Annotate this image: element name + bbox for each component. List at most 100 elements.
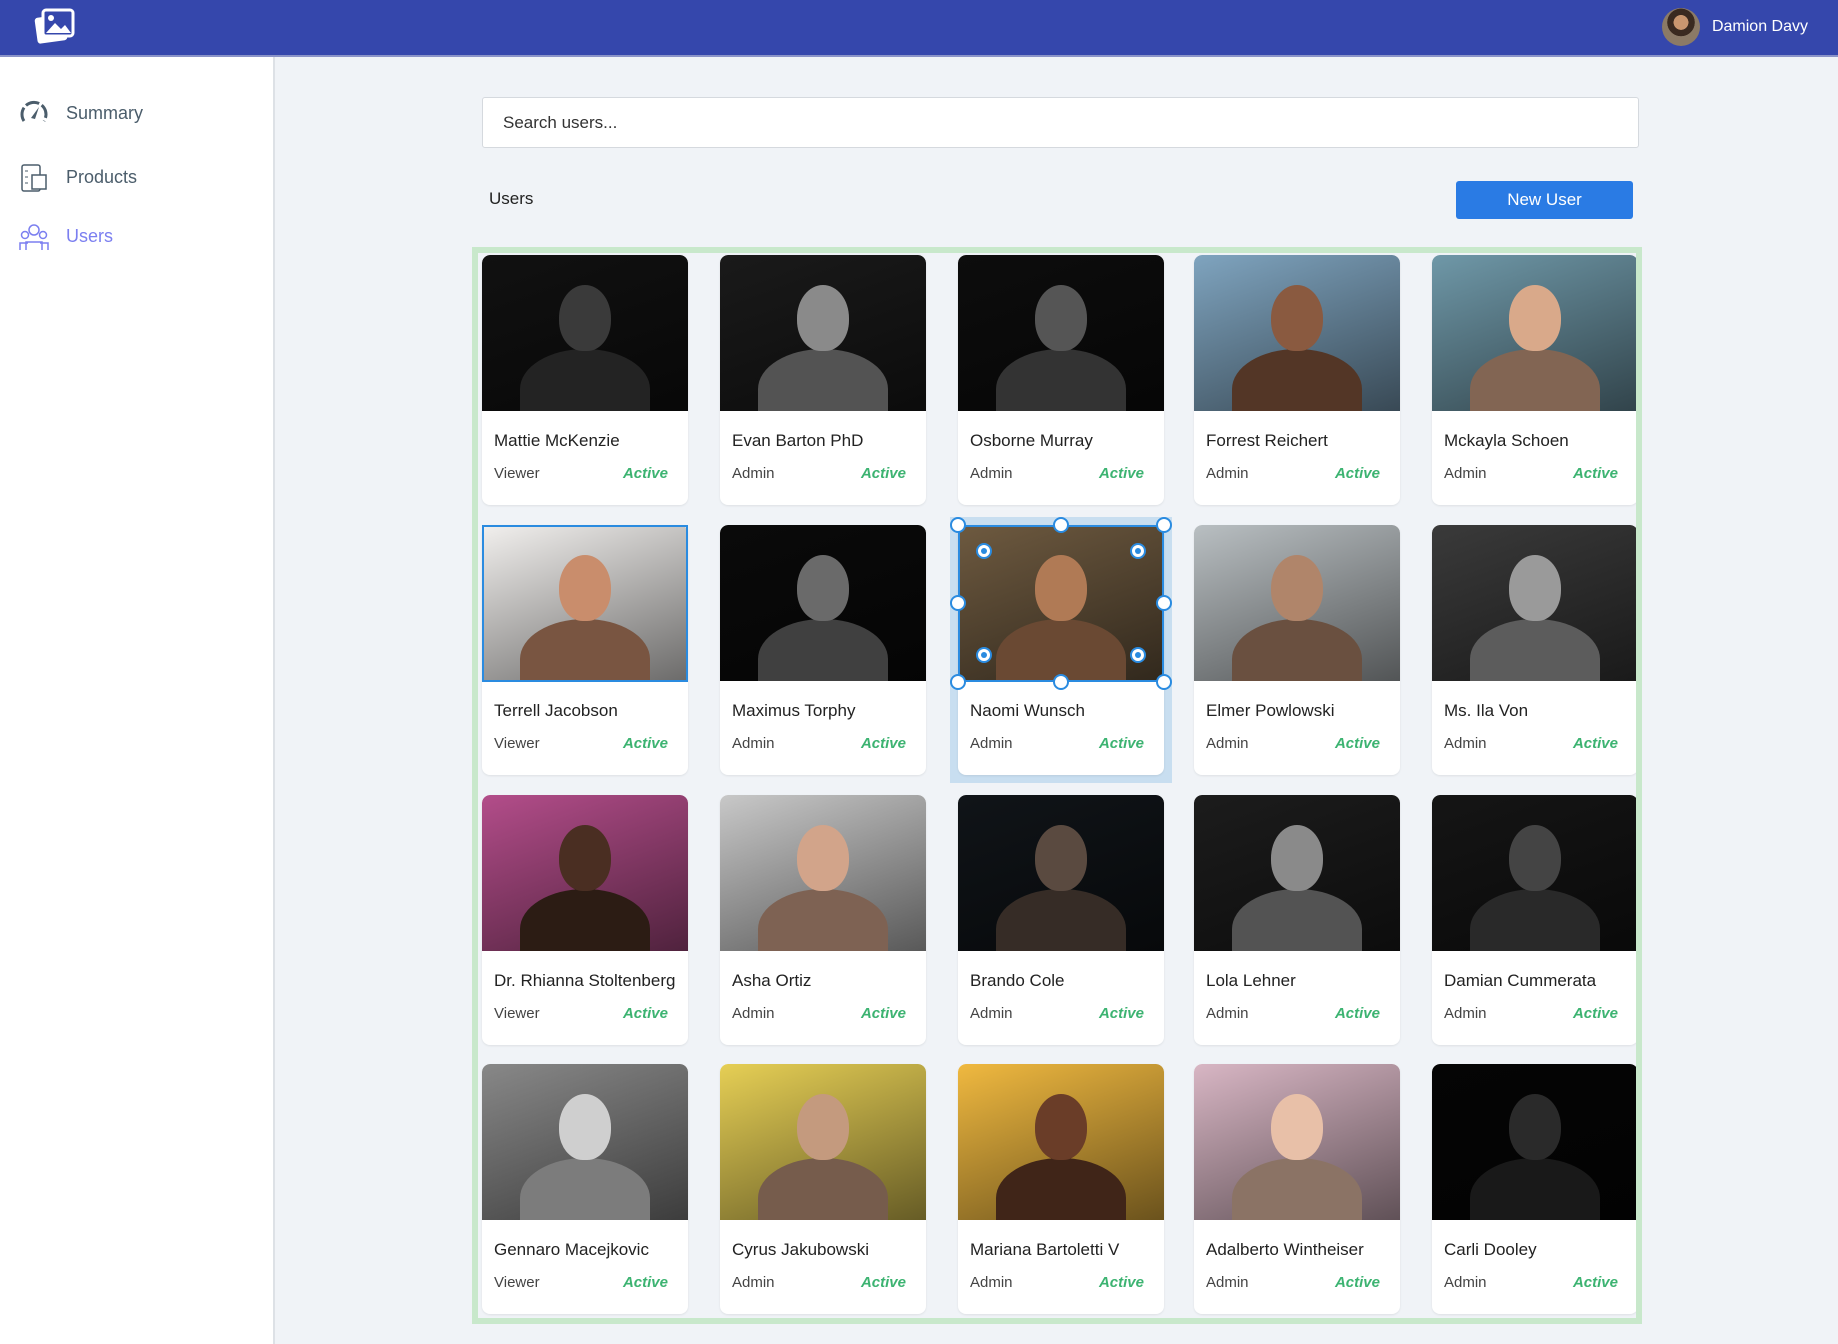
user-role: Viewer [494,1274,540,1291]
user-role: Viewer [494,1005,540,1022]
user-role: Admin [1444,1005,1487,1022]
user-card[interactable]: Evan Barton PhD Admin Active [720,255,926,505]
user-name: Naomi Wunsch [970,701,1085,720]
status-badge: Active [1572,1005,1618,1022]
resize-handle[interactable] [1156,674,1172,690]
status-badge: Active [1572,735,1618,752]
user-role: Admin [970,1005,1013,1022]
user-card[interactable]: Damian Cummerata Admin Active [1432,795,1636,1045]
new-user-button[interactable]: New User [1456,181,1633,219]
user-role: Admin [970,1274,1013,1291]
user-card[interactable]: Terrell Jacobson Viewer Active [482,525,688,775]
user-photo [958,795,1164,951]
user-card[interactable]: Brando Cole Admin Active [958,795,1164,1045]
user-menu[interactable]: Damion Davy [1661,8,1808,46]
status-badge: Active [1334,735,1380,752]
user-card[interactable]: Osborne Murray Admin Active [958,255,1164,505]
control-point-handle[interactable] [976,647,992,663]
sidebar-item-products[interactable]: Products [18,161,137,193]
section-title: Users [489,189,534,208]
search-input[interactable] [482,97,1639,148]
speedometer-icon [20,100,48,122]
sidebar-item-users[interactable]: Users [18,220,113,252]
user-name: Asha Ortiz [732,971,812,990]
control-point-handle[interactable] [1130,647,1146,663]
sidebar: Summary Products Users [0,57,275,1344]
user-role: Admin [970,465,1013,482]
user-role: Admin [1206,1005,1249,1022]
user-photo [1432,255,1636,411]
user-photo [1194,255,1400,411]
resize-handle[interactable] [950,674,966,690]
gallery-logo-icon[interactable] [34,8,76,46]
resize-handle[interactable] [1053,674,1069,690]
user-photo [1432,1064,1636,1220]
user-role: Admin [1206,1274,1249,1291]
user-card[interactable]: Elmer Powlowski Admin Active [1194,525,1400,775]
user-name: Brando Cole [970,971,1065,990]
top-bar: Damion Davy [0,0,1838,57]
user-name: Carli Dooley [1444,1240,1537,1259]
user-photo [482,1064,688,1220]
user-name: Elmer Powlowski [1206,701,1335,720]
status-badge: Active [860,1005,906,1022]
user-name: Terrell Jacobson [494,701,618,720]
user-name: Forrest Reichert [1206,431,1328,450]
user-name: Mariana Bartoletti V [970,1240,1120,1259]
user-grid: Mattie McKenzie Viewer Active Evan Barto… [472,247,1642,1324]
clipboard-icon [21,164,47,192]
user-role: Admin [732,735,775,752]
user-name: Osborne Murray [970,431,1093,450]
status-badge: Active [1098,735,1144,752]
user-photo [1432,795,1636,951]
resize-handle[interactable] [1053,517,1069,533]
user-photo [720,795,926,951]
user-card[interactable]: Carli Dooley Admin Active [1432,1064,1636,1314]
control-point-handle[interactable] [1130,543,1146,559]
status-badge: Active [1334,1274,1380,1291]
user-name: Ms. Ila Von [1444,701,1529,720]
user-card[interactable]: Forrest Reichert Admin Active [1194,255,1400,505]
user-card[interactable]: Ms. Ila Von Admin Active [1432,525,1636,775]
user-role: Admin [1206,465,1249,482]
user-name: Dr. Rhianna Stoltenberg [494,971,676,990]
user-card[interactable]: Lola Lehner Admin Active [1194,795,1400,1045]
user-card[interactable]: Mattie McKenzie Viewer Active [482,255,688,505]
user-name: Lola Lehner [1206,971,1296,990]
status-badge: Active [1098,1005,1144,1022]
status-badge: Active [1572,1274,1618,1291]
user-card[interactable]: Adalberto Wintheiser Admin Active [1194,1064,1400,1314]
status-badge: Active [1098,465,1144,482]
user-photo [958,255,1164,411]
user-card[interactable]: Mariana Bartoletti V Admin Active [958,1064,1164,1314]
user-card[interactable]: Dr. Rhianna Stoltenberg Viewer Active [482,795,688,1045]
resize-handle[interactable] [1156,595,1172,611]
user-role: Admin [732,465,775,482]
resize-handle[interactable] [1156,517,1172,533]
users-icon [19,224,49,250]
user-role: Admin [732,1274,775,1291]
user-card[interactable]: Gennaro Macejkovic Viewer Active [482,1064,688,1314]
user-card[interactable]: Maximus Torphy Admin Active [720,525,926,775]
user-card[interactable]: Cyrus Jakubowski Admin Active [720,1064,926,1314]
user-role: Viewer [494,465,540,482]
user-name: Damian Cummerata [1444,971,1597,990]
status-badge: Active [860,1274,906,1291]
user-name: Adalberto Wintheiser [1206,1240,1364,1259]
status-badge: Active [1334,1005,1380,1022]
user-name: Gennaro Macejkovic [494,1240,649,1259]
sidebar-item-summary[interactable]: Summary [18,97,143,129]
user-role: Admin [1444,465,1487,482]
avatar [1661,8,1700,46]
user-card[interactable]: Asha Ortiz Admin Active [720,795,926,1045]
sidebar-item-label: Products [66,166,138,187]
sidebar-item-label: Summary [66,102,144,123]
user-card[interactable]: Mckayla Schoen Admin Active [1432,255,1636,505]
user-photo [1194,795,1400,951]
user-role: Admin [732,1005,775,1022]
status-badge: Active [860,465,906,482]
resize-handle[interactable] [950,517,966,533]
resize-handle[interactable] [950,595,966,611]
control-point-handle[interactable] [976,543,992,559]
user-photo [482,255,688,411]
